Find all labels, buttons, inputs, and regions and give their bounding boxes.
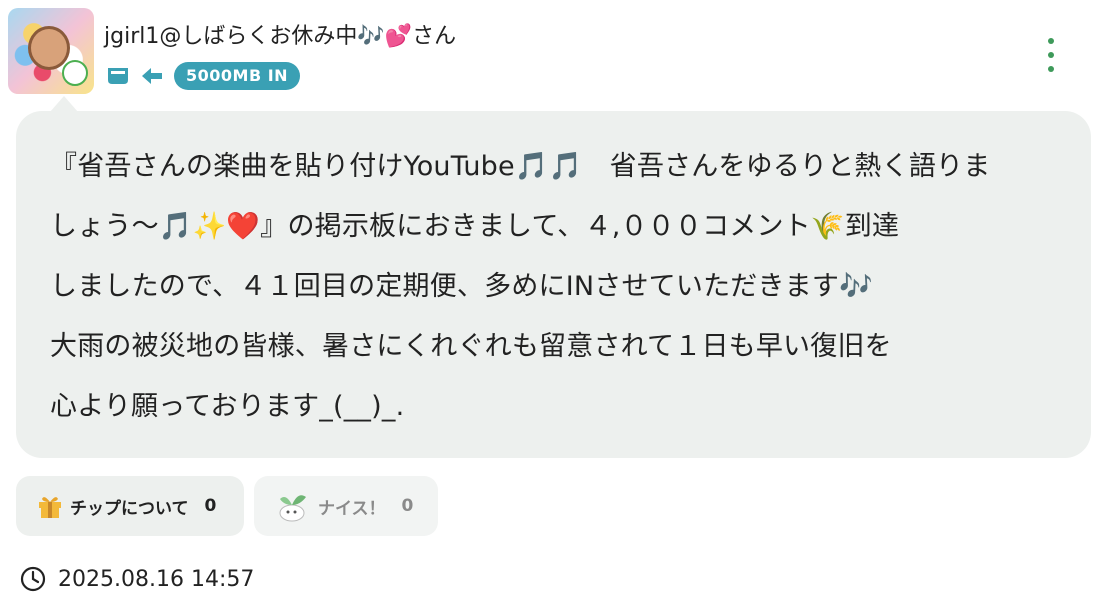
clock-icon [20,566,46,592]
post-body: 『省吾さんの楽曲を貼り付けYouTube🎵🎵 省吾さんをゆるりと熱く語りま しょ… [16,111,1091,458]
nice-label: ナイス！ [318,498,386,519]
post-timestamp: 2025.08.16 14:57 [20,564,254,594]
post-line: しましたので、４１回目の定期便、多めにINさせていただきます🎶 [50,271,873,302]
post-line: 『省吾さんの楽曲を貼り付けYouTube🎵🎵 省吾さんをゆるりと熱く語りま [50,151,991,182]
tip-button[interactable]: チップについて 0 [16,476,244,536]
post-line: 心より願っております_(__)_. [50,391,405,422]
menu-dot [1048,66,1054,72]
timestamp-text: 2025.08.16 14:57 [58,566,255,592]
nice-count: 0 [401,496,414,516]
user-status-row: 5000MB IN [106,62,301,90]
nice-button[interactable]: ナイス！ 0 [254,476,438,536]
avatar-mascot [62,60,88,86]
bubble-tail [50,96,78,112]
transfer-badge: 5000MB IN [174,62,301,90]
post-line: 大雨の被災地の皆様、暑さにくれぐれも留意されて１日も早い復旧を [50,331,892,362]
avatar-face [28,26,70,70]
cup-icon [108,68,128,84]
menu-dot [1048,38,1054,44]
post-actions: チップについて 0 ナイス！ 0 [16,476,438,536]
gift-icon [39,497,61,518]
post-line: しょう〜🎵✨❤️』の掲示板におきまして、４,０００コメント🌾到達 [50,211,900,242]
username[interactable]: jgirl1@しばらくお休み中🎶💕さん [104,18,456,50]
tip-count: 0 [204,496,217,516]
post-header: jgirl1@しばらくお休み中🎶💕さん 5000MB IN [8,8,1098,98]
more-vertical-icon[interactable] [1044,38,1058,72]
avatar[interactable] [8,8,94,94]
nice-icon [279,495,306,522]
arrow-left-icon [142,68,162,84]
menu-dot [1048,52,1054,58]
tip-label: チップについて [70,498,189,519]
